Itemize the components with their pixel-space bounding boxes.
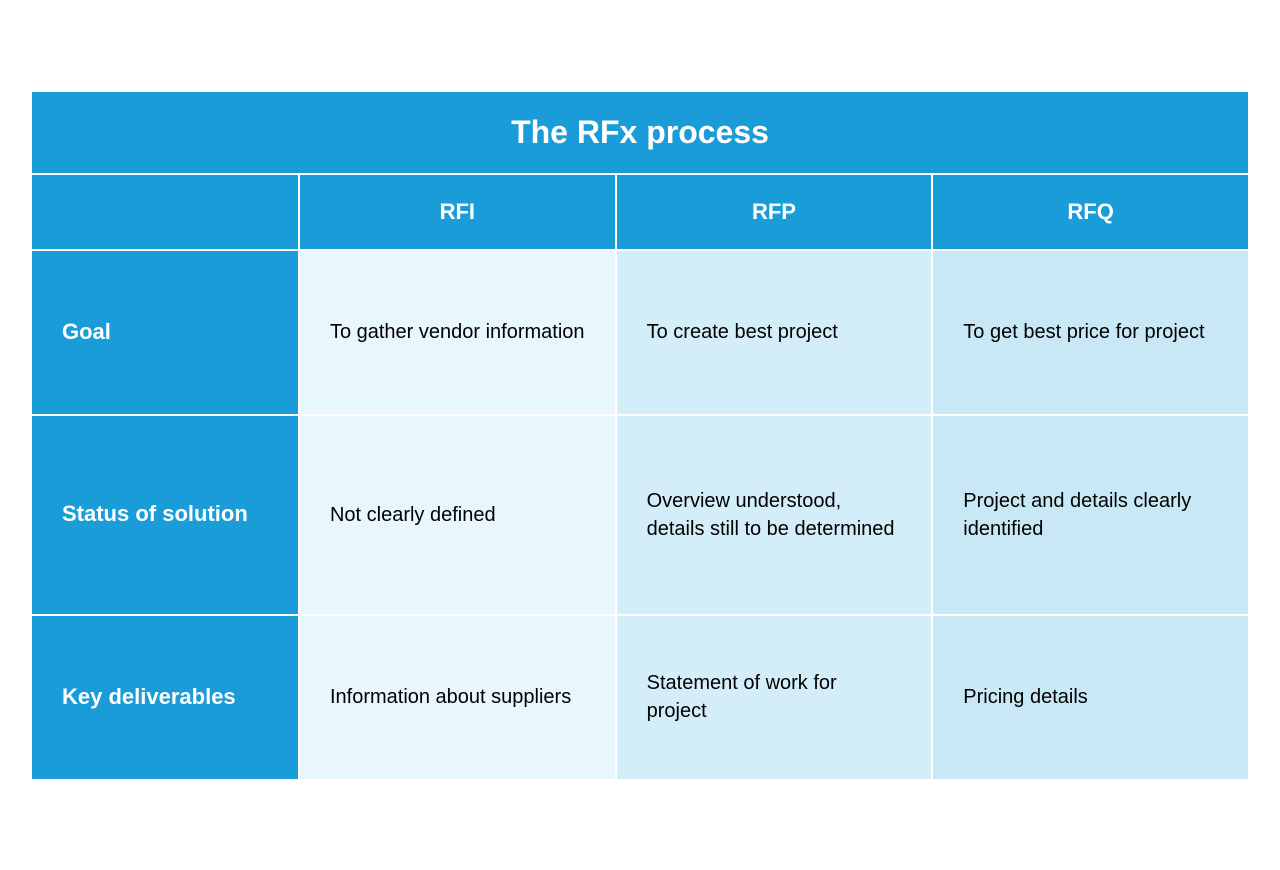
status-rfi-cell: Not clearly defined bbox=[299, 415, 616, 615]
header-rfq: RFQ bbox=[932, 174, 1249, 250]
goal-label: Goal bbox=[31, 250, 299, 415]
column-header-row: RFI RFP RFQ bbox=[31, 174, 1249, 250]
deliverables-rfp-cell: Statement of work for project bbox=[616, 615, 933, 780]
row-status: Status of solution Not clearly defined O… bbox=[31, 415, 1249, 615]
header-empty-cell bbox=[31, 174, 299, 250]
header-rfi: RFI bbox=[299, 174, 616, 250]
status-rfp-cell: Overview understood, details still to be… bbox=[616, 415, 933, 615]
goal-rfp-cell: To create best project bbox=[616, 250, 933, 415]
deliverables-label: Key deliverables bbox=[31, 615, 299, 780]
row-deliverables: Key deliverables Information about suppl… bbox=[31, 615, 1249, 780]
rfx-table: The RFx process RFI RFP RFQ Goal To gath… bbox=[30, 90, 1250, 781]
status-label: Status of solution bbox=[31, 415, 299, 615]
deliverables-rfq-cell: Pricing details bbox=[932, 615, 1249, 780]
header-rfp: RFP bbox=[616, 174, 933, 250]
row-goal: Goal To gather vendor information To cre… bbox=[31, 250, 1249, 415]
title-row: The RFx process bbox=[31, 91, 1249, 174]
status-rfq-cell: Project and details clearly identified bbox=[932, 415, 1249, 615]
table-title: The RFx process bbox=[31, 91, 1249, 174]
goal-rfq-cell: To get best price for project bbox=[932, 250, 1249, 415]
rfx-process-container: The RFx process RFI RFP RFQ Goal To gath… bbox=[30, 90, 1250, 781]
title-text: The RFx process bbox=[511, 114, 769, 150]
goal-rfi-cell: To gather vendor information bbox=[299, 250, 616, 415]
deliverables-rfi-cell: Information about suppliers bbox=[299, 615, 616, 780]
